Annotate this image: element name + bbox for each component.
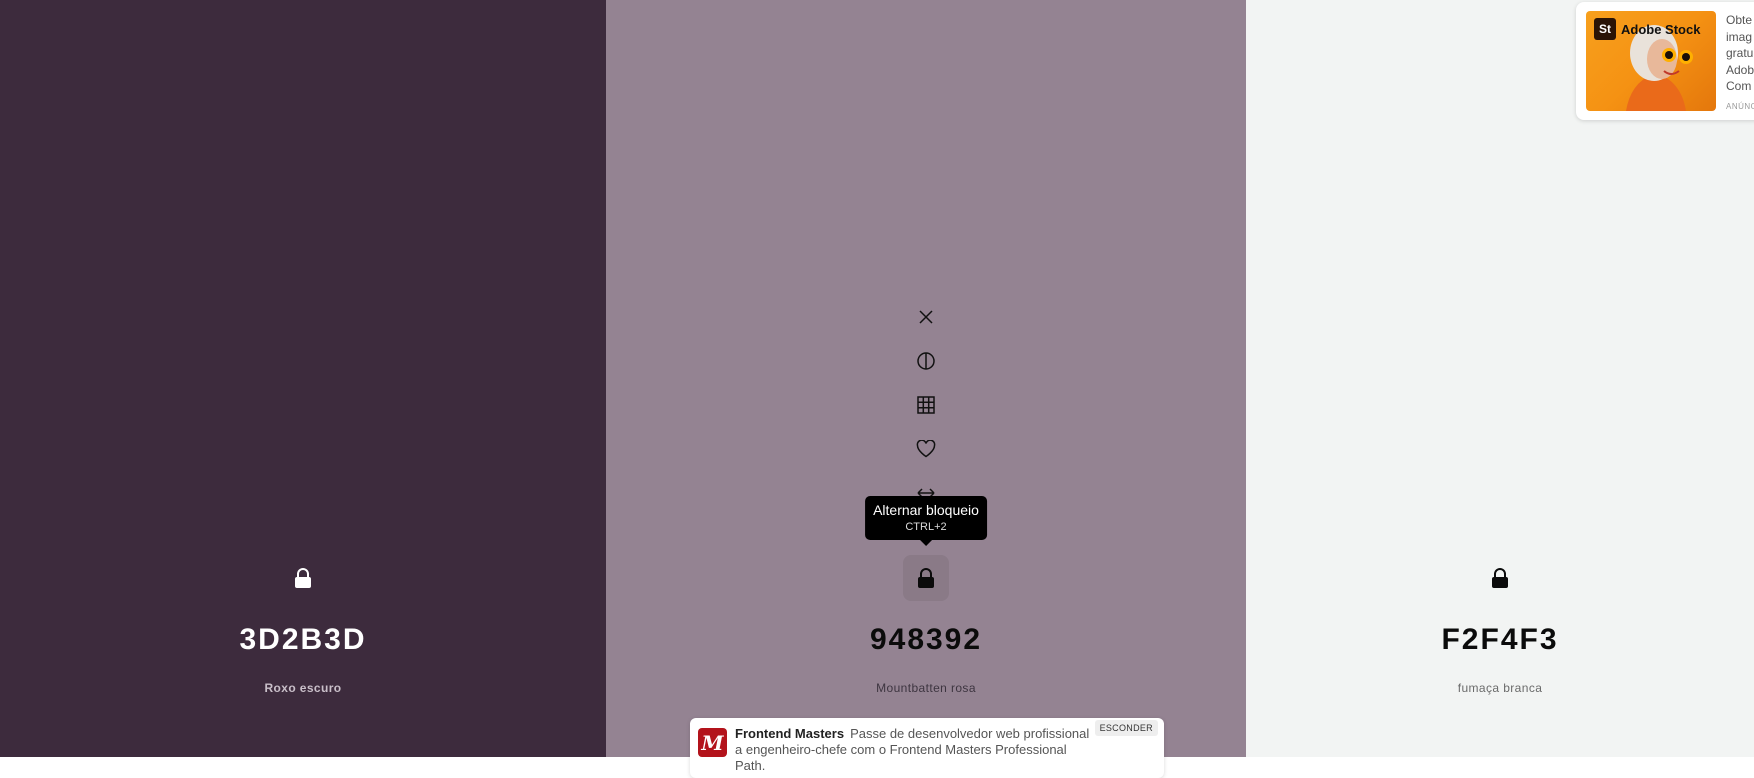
adobe-stock-logo: St Adobe Stock — [1594, 18, 1700, 40]
ad-label: ANÚNC — [1726, 102, 1754, 111]
color-swatch-2[interactable]: Alternar bloqueio CTRL+2 948392 Mountbat… — [606, 0, 1246, 757]
tooltip: Alternar bloqueio CTRL+2 — [865, 496, 987, 540]
ad-text[interactable]: Obte imag gratu Adob Com — [1726, 12, 1754, 95]
color-swatch-1[interactable]: 3D2B3D Roxo escuro — [0, 0, 606, 757]
contrast-icon — [917, 352, 935, 370]
color-name[interactable]: fumaça branca — [1458, 681, 1543, 695]
hex-code[interactable]: 3D2B3D — [239, 623, 366, 657]
tooltip-title: Alternar bloqueio — [873, 502, 979, 518]
hex-code[interactable]: 948392 — [870, 623, 982, 657]
tooltip-shortcut: CTRL+2 — [905, 521, 947, 533]
swatch-toolbar — [904, 295, 948, 515]
lock-icon — [1492, 568, 1508, 588]
lock-button[interactable] — [280, 555, 326, 601]
shades-button[interactable] — [904, 339, 948, 383]
color-name[interactable]: Roxo escuro — [264, 681, 341, 695]
frontend-masters-ad[interactable]: M Frontend Masters Passe de desenvolvedor… — [690, 718, 1164, 778]
lock-icon — [295, 568, 311, 588]
hide-ad-button[interactable]: ESCONDER — [1094, 720, 1158, 736]
lock-button[interactable] — [903, 555, 949, 601]
remove-color-button[interactable] — [904, 295, 948, 339]
lock-icon — [918, 568, 934, 588]
color-name[interactable]: Mountbatten rosa — [876, 681, 976, 695]
save-color-button[interactable] — [904, 427, 948, 471]
ad-brand: Frontend Masters — [735, 726, 845, 741]
close-icon — [919, 310, 933, 324]
grid-icon — [917, 396, 935, 414]
hex-code[interactable]: F2F4F3 — [1441, 623, 1558, 657]
lock-button[interactable] — [1477, 555, 1523, 601]
adobe-stock-ad[interactable]: St Adobe Stock Obte imag gratu Adob Com … — [1576, 2, 1754, 120]
view-shades-grid-button[interactable] — [904, 383, 948, 427]
ad-text[interactable]: Frontend Masters Passe de desenvolvedor w… — [735, 726, 1095, 774]
ad-image[interactable]: St Adobe Stock — [1586, 11, 1716, 111]
ad-brand: Adobe Stock — [1621, 21, 1701, 37]
frontend-masters-logo: M — [698, 728, 727, 757]
heart-icon — [916, 440, 936, 458]
